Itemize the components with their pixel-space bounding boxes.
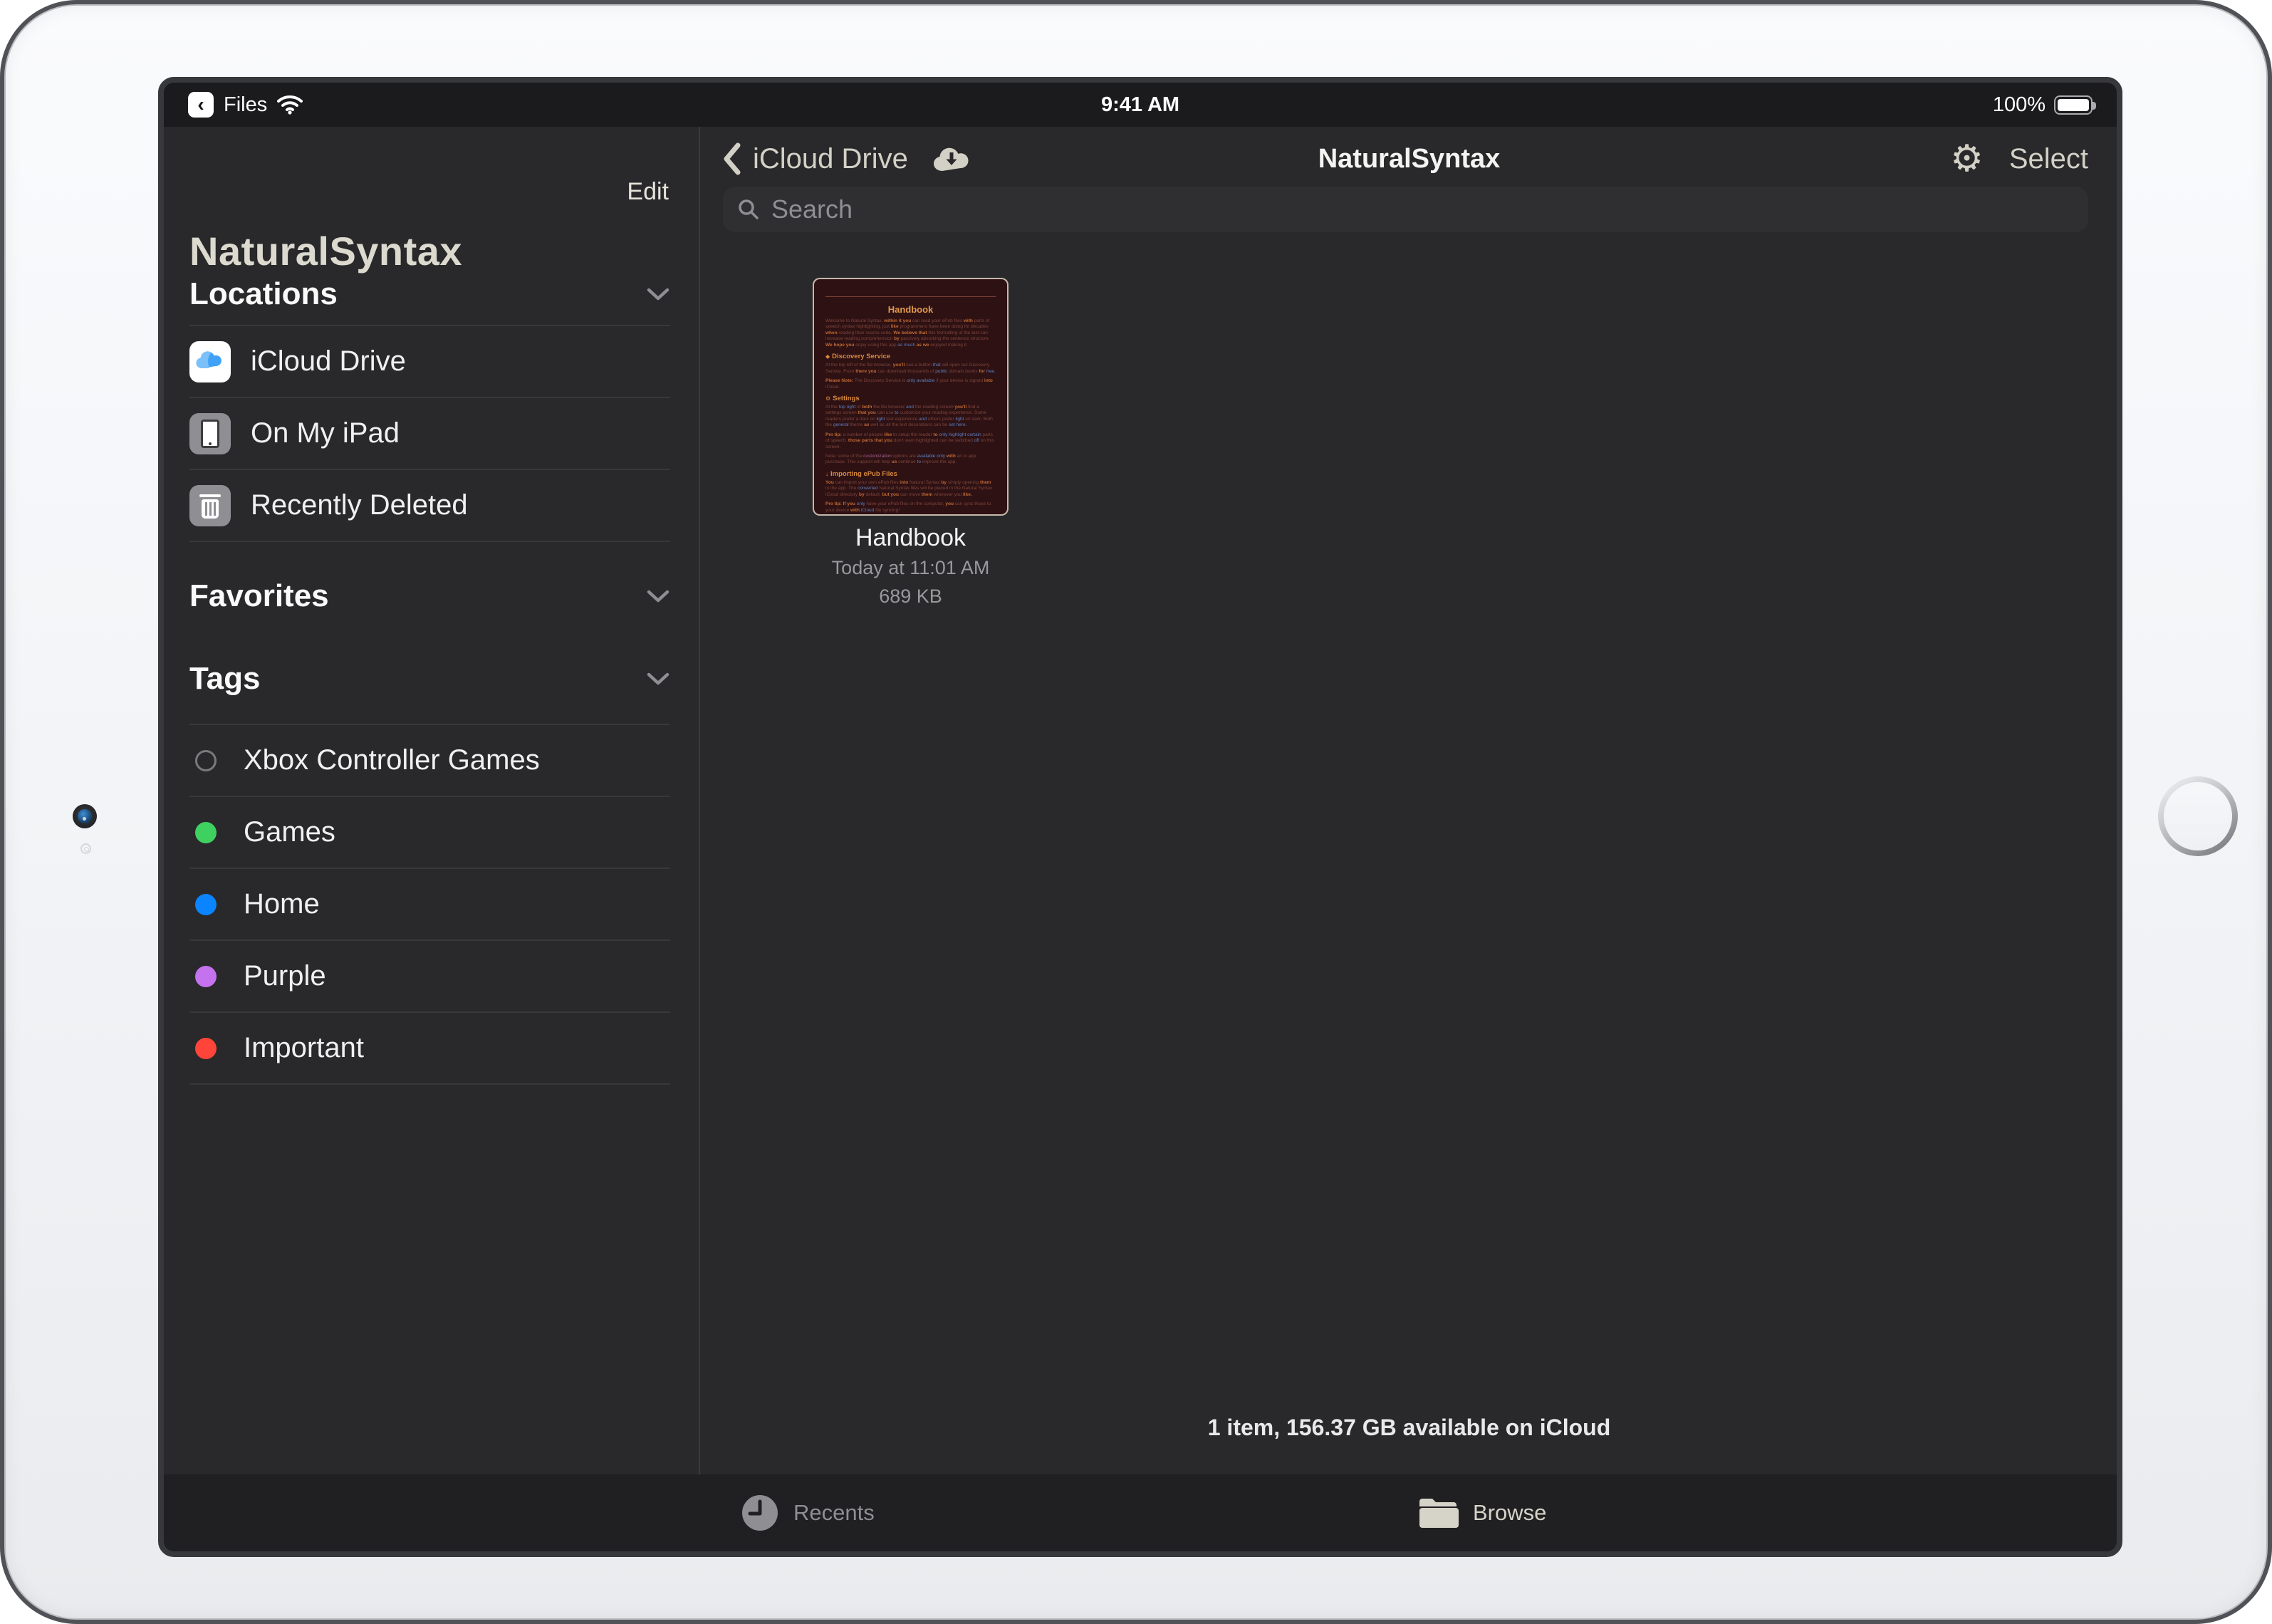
tags-heading: Tags [189, 661, 260, 697]
thumb-p: Pro tip: a number of people like to setu… [825, 432, 996, 450]
file-browser-pane: iCloud Drive NaturalSyntax ⚙ Select [702, 127, 2117, 1474]
status-bar: ‹ Files 9:41 AM 100% [164, 83, 2117, 127]
tag-item-games[interactable]: Games [189, 797, 670, 869]
sidebar-item-icloud-drive[interactable]: iCloud Drive [189, 326, 670, 398]
file-item-handbook[interactable]: Handbook Welcome to Natural Syntax, withi… [813, 278, 1009, 609]
ipad-device-icon [189, 413, 231, 454]
clock-icon [741, 1494, 779, 1532]
locations-list: iCloud Drive On My iPad [189, 325, 670, 542]
settings-gear-icon[interactable]: ⚙ [1950, 140, 1984, 177]
camera-glint [83, 817, 86, 821]
thumb-p: Welcome to Natural Syntax, within it you… [825, 318, 996, 348]
chevron-down-icon [646, 287, 670, 301]
select-button[interactable]: Select [2009, 143, 2088, 175]
handbook-thumbnail-doc: Handbook Welcome to Natural Syntax, withi… [825, 296, 996, 516]
tags-section-header[interactable]: Tags [189, 661, 670, 697]
camera-lens-icon [78, 809, 92, 823]
tags-list: Xbox Controller Games Games Home Pu [189, 724, 670, 1085]
favorites-heading: Favorites [189, 578, 329, 614]
clock-time: 9:41 AM [164, 93, 2117, 117]
thumb-title: Handbook [825, 304, 996, 315]
edit-button[interactable]: Edit [627, 178, 669, 206]
tag-circle-icon [195, 966, 217, 987]
tag-item-xbox-controller-games[interactable]: Xbox Controller Games [189, 725, 670, 797]
battery-icon [2054, 95, 2093, 115]
tag-circle-icon [195, 1038, 217, 1059]
trash-icon [189, 485, 231, 526]
handbook-thumbnail[interactable]: Handbook Welcome to Natural Syntax, withi… [813, 278, 1009, 516]
navigation-bar: iCloud Drive NaturalSyntax ⚙ Select [702, 132, 2117, 185]
thumb-p: Pro tip: If you only have your ePub file… [825, 501, 996, 514]
tab-bar: Recents Browse [164, 1474, 2117, 1551]
thumb-h: ↓Importing ePub Files [825, 470, 996, 478]
file-name: Handbook [813, 524, 1009, 552]
tag-item-home[interactable]: Home [189, 869, 670, 941]
sidebar-item-label: iCloud Drive [251, 345, 406, 378]
tab-browse-label: Browse [1473, 1500, 1546, 1526]
thumb-rule [825, 296, 996, 297]
sidebar: Edit NaturalSyntax Locations [164, 127, 700, 1474]
tag-circle-icon [195, 822, 217, 843]
page-title: NaturalSyntax [702, 132, 2117, 185]
thumb-heading-icon: ↓ [825, 471, 828, 477]
folder-icon [1417, 1496, 1459, 1530]
tag-item-purple[interactable]: Purple [189, 941, 670, 1013]
thumb-p: You can import your own ePub files into … [825, 480, 996, 498]
sidebar-item-label: On My iPad [251, 417, 400, 449]
front-camera [73, 804, 97, 828]
sidebar-item-on-my-ipad[interactable]: On My iPad [189, 398, 670, 470]
sidebar-app-title: NaturalSyntax [189, 228, 462, 274]
screen: ‹ Files 9:41 AM 100% [158, 77, 2122, 1557]
tag-label: Important [244, 1032, 364, 1064]
tag-item-important[interactable]: Important [189, 1013, 670, 1085]
search-input[interactable] [771, 194, 2074, 224]
ipad-frame: ‹ Files 9:41 AM 100% [0, 0, 2272, 1624]
tab-browse[interactable]: Browse [1417, 1474, 1546, 1551]
tab-recents[interactable]: Recents [741, 1474, 875, 1551]
tag-label: Xbox Controller Games [244, 744, 540, 776]
tag-label: Home [244, 888, 320, 920]
tag-label: Purple [244, 960, 326, 992]
tag-circle-icon [195, 894, 217, 915]
thumb-heading-icon: ⚙ [825, 395, 830, 402]
battery-percent: 100% [1993, 93, 2046, 117]
thumb-p: At the top left of the file browser, you… [825, 363, 996, 375]
tab-recents-label: Recents [793, 1500, 875, 1526]
favorites-section-header[interactable]: Favorites [189, 578, 670, 614]
tag-circle-icon [195, 750, 217, 771]
search-icon [737, 198, 760, 221]
item-count-status: 1 item, 156.37 GB available on iCloud [702, 1415, 2117, 1441]
tag-label: Games [244, 816, 335, 848]
icloud-drive-icon [189, 341, 231, 382]
page: ‹ Files 9:41 AM 100% [0, 0, 2272, 1624]
locations-section-header[interactable]: Locations [189, 276, 670, 312]
thumb-p: Please Note: The Discovery Service is on… [825, 378, 996, 390]
chevron-down-icon [646, 672, 670, 686]
home-button[interactable] [2158, 776, 2238, 856]
file-size: 689 KB [813, 585, 1009, 609]
ambient-sensor [80, 843, 91, 854]
thumb-p: Note: some of the customization options … [825, 454, 996, 466]
sidebar-item-label: Recently Deleted [251, 489, 468, 521]
thumb-h: ◆Discovery Service [825, 353, 996, 360]
locations-heading: Locations [189, 276, 338, 312]
thumb-p: At the top right of both the file browse… [825, 405, 996, 429]
chevron-down-icon [646, 589, 670, 603]
thumb-h: ⚙Settings [825, 395, 996, 402]
search-bar[interactable] [723, 187, 2088, 232]
sidebar-item-recently-deleted[interactable]: Recently Deleted [189, 470, 670, 542]
thumb-heading-icon: ◆ [825, 353, 830, 360]
file-modified: Today at 11:01 AM [813, 556, 1009, 581]
